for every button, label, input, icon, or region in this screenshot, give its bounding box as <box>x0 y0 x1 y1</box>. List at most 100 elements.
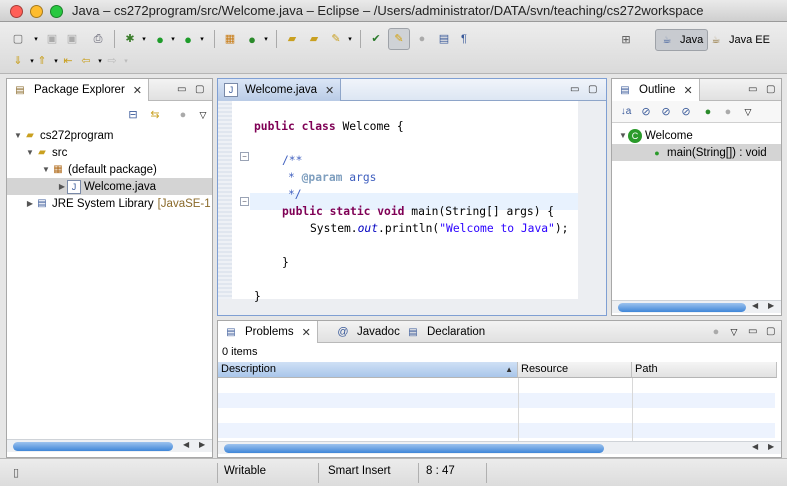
perspective-java-ee[interactable]: ☕ Java EE <box>705 29 774 51</box>
dropdown-arrow-icon[interactable]: ▾ <box>28 31 44 47</box>
save-icon[interactable]: ▣ <box>44 31 60 47</box>
new-wizard-icon[interactable]: ▢ <box>10 31 26 47</box>
perspective-java[interactable]: ☕ Java <box>655 29 709 51</box>
tree-item-src[interactable]: ▼ ▰ src <box>7 144 212 161</box>
minimize-icon[interactable]: ▭ <box>748 84 757 95</box>
column-label: Path <box>635 363 658 375</box>
next-annotation-icon[interactable]: ✔ <box>368 31 384 47</box>
dropdown-arrow-icon[interactable]: ▾ <box>165 31 181 47</box>
collapsed-arrow-icon[interactable]: ▶ <box>57 182 67 191</box>
collapse-fold-icon[interactable]: − <box>240 152 249 161</box>
close-icon[interactable]: ✕ <box>133 84 142 97</box>
last-edit-location-icon[interactable]: ⇤ <box>60 53 76 69</box>
expanded-arrow-icon[interactable]: ▼ <box>25 148 35 157</box>
problems-table[interactable]: Description ▲ Resource Path <box>218 362 777 442</box>
scroll-left-icon[interactable]: ◀ <box>752 442 758 451</box>
column-header-path[interactable]: Path <box>632 362 777 378</box>
tree-item-label: JRE System Library <box>52 197 154 210</box>
dropdown-arrow-icon[interactable]: ▾ <box>118 53 134 69</box>
collapse-fold-icon[interactable]: − <box>240 197 249 206</box>
tab-label: Package Explorer <box>34 84 125 96</box>
collapse-all-icon[interactable]: ⊟ <box>125 107 141 123</box>
dropdown-arrow-icon[interactable]: ▾ <box>258 31 274 47</box>
view-menu-icon[interactable]: ▽ <box>726 324 742 340</box>
close-window-button[interactable] <box>10 5 23 18</box>
code-line: } <box>252 288 596 305</box>
minimize-icon[interactable]: ▭ <box>748 326 757 337</box>
toggle-block-selection-icon[interactable]: ▤ <box>436 31 452 47</box>
collapsed-arrow-icon[interactable]: ▶ <box>25 199 35 208</box>
scroll-left-icon[interactable]: ◀ <box>183 440 189 449</box>
open-perspective-icon[interactable]: ⊞ <box>618 32 634 48</box>
scroll-right-icon[interactable]: ▶ <box>199 440 205 449</box>
horizontal-scrollbar[interactable]: ◀ ▶ <box>218 441 781 454</box>
save-all-icon[interactable]: ▣ <box>64 31 80 47</box>
zoom-window-button[interactable] <box>50 5 63 18</box>
focus-icon[interactable]: ● <box>708 324 724 340</box>
dropdown-arrow-icon[interactable]: ▾ <box>342 31 358 47</box>
open-type-icon[interactable]: ▰ <box>284 31 300 47</box>
code-line: System.out.println("Welcome to Java"); <box>252 220 596 237</box>
static-field: out <box>357 222 379 235</box>
horizontal-scrollbar[interactable]: ◀ ▶ <box>7 439 212 452</box>
column-header-description[interactable]: Description ▲ <box>218 362 518 378</box>
dropdown-arrow-icon[interactable]: ▾ <box>136 31 152 47</box>
close-icon[interactable]: ✕ <box>302 326 311 339</box>
maximize-icon[interactable]: ▢ <box>766 326 775 337</box>
dropdown-arrow-icon[interactable]: ▾ <box>194 31 210 47</box>
focus-icon[interactable]: ● <box>175 107 191 123</box>
show-paragraph-marks-icon[interactable]: ¶ <box>456 31 472 47</box>
close-icon[interactable]: ✕ <box>325 84 334 97</box>
view-menu-icon[interactable]: ▽ <box>740 104 756 120</box>
expanded-arrow-icon[interactable]: ▼ <box>13 131 23 140</box>
new-java-project-icon[interactable]: ▦ <box>222 31 238 47</box>
tab-javadoc[interactable]: @ Javadoc <box>330 321 406 343</box>
tab-package-explorer[interactable]: ▤ Package Explorer ✕ <box>7 79 149 101</box>
tab-outline[interactable]: ▤ Outline ✕ <box>612 79 700 101</box>
tab-problems[interactable]: ▤ Problems ✕ <box>218 321 318 343</box>
sort-icon[interactable]: ↓a <box>618 104 634 120</box>
minimize-icon[interactable]: ▭ <box>177 84 186 95</box>
fast-view-icon[interactable]: ▯ <box>8 465 24 481</box>
outline-item-class[interactable]: ▼ C Welcome <box>612 127 781 144</box>
expanded-arrow-icon[interactable]: ▼ <box>618 131 628 140</box>
horizontal-scrollbar[interactable]: ◀ ▶ <box>612 300 781 313</box>
print-icon[interactable]: ⎙ <box>90 31 106 47</box>
show-whitespace-icon[interactable]: ● <box>414 31 430 47</box>
javadoc-comment: args <box>342 171 377 184</box>
hide-fields-icon[interactable]: ⊘ <box>638 104 654 120</box>
column-header-resource[interactable]: Resource <box>518 362 632 378</box>
scrollbar-thumb[interactable] <box>13 442 173 451</box>
hide-static-icon[interactable]: ⊘ <box>658 104 674 120</box>
scrollbar-thumb[interactable] <box>224 444 604 453</box>
tree-item-default-package[interactable]: ▼ ▦ (default package) <box>7 161 212 178</box>
scrollbar-thumb[interactable] <box>618 303 746 312</box>
open-folder-icon[interactable]: ▰ <box>306 31 322 47</box>
tree-item-welcome-java[interactable]: ▶ J Welcome.java <box>7 178 212 195</box>
minimize-icon[interactable]: ▭ <box>570 84 579 95</box>
mark-occurrences-icon[interactable]: ✎ <box>388 28 410 50</box>
maximize-icon[interactable]: ▢ <box>588 84 597 95</box>
tree-item-project[interactable]: ▼ ▰ cs272program <box>7 127 212 144</box>
outline-item-method[interactable]: ● main(String[]) : void <box>612 144 781 161</box>
scroll-right-icon[interactable]: ▶ <box>768 301 774 310</box>
minimize-window-button[interactable] <box>30 5 43 18</box>
focus-icon[interactable]: ● <box>720 104 736 120</box>
maximize-icon[interactable]: ▢ <box>766 84 775 95</box>
maximize-icon[interactable]: ▢ <box>195 84 204 95</box>
tab-welcome-java[interactable]: J Welcome.java ✕ <box>218 79 342 101</box>
hide-local-types-icon[interactable]: ● <box>700 104 716 120</box>
expanded-arrow-icon[interactable]: ▼ <box>41 165 51 174</box>
link-with-editor-icon[interactable]: ⇆ <box>147 107 163 123</box>
hide-nonpublic-icon[interactable]: ⊘ <box>678 104 694 120</box>
tree-item-jre-library[interactable]: ▶ ▤ JRE System Library [JavaSE-1 <box>7 195 212 212</box>
close-icon[interactable]: ✕ <box>683 84 692 97</box>
tab-declaration[interactable]: ▤ Declaration <box>400 321 491 343</box>
scroll-right-icon[interactable]: ▶ <box>768 442 774 451</box>
scroll-left-icon[interactable]: ◀ <box>752 301 758 310</box>
view-menu-icon[interactable]: ▽ <box>195 107 211 123</box>
declaration-icon: ▤ <box>408 326 418 338</box>
java-perspective-icon: ☕ <box>662 34 672 46</box>
column-divider <box>632 378 633 442</box>
status-writable: Writable <box>224 465 266 477</box>
